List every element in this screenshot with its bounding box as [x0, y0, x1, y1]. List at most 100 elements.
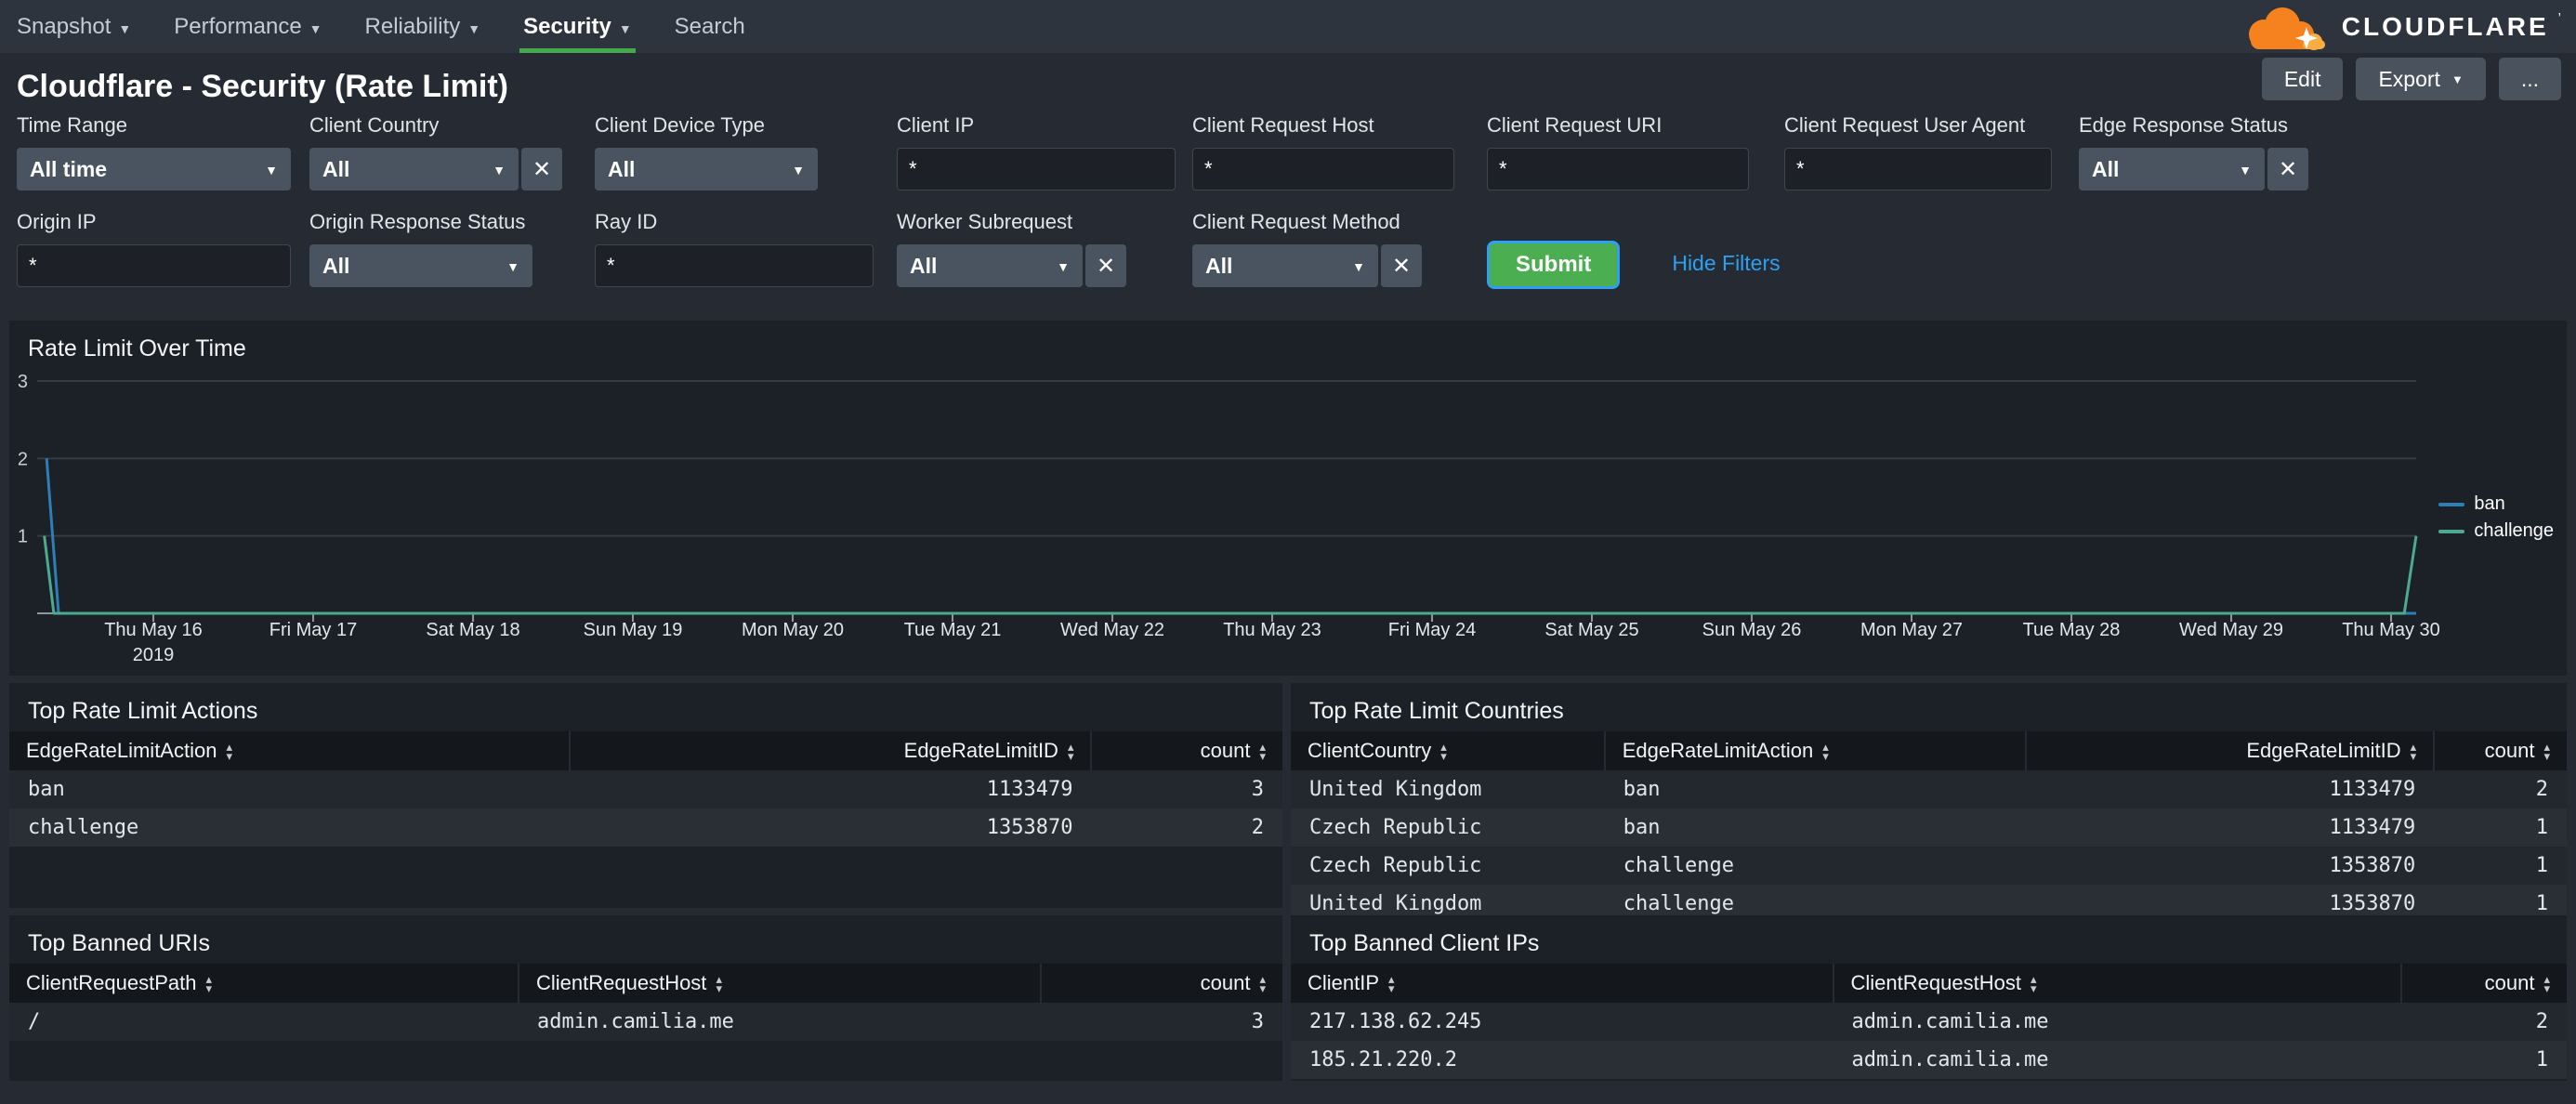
column-header-edgeratelimitid[interactable]: EdgeRateLimitID ▴ ▾ [568, 731, 1092, 770]
x-axis-tick-label: Sat May 18 [426, 620, 520, 640]
filter-label: Time Range [17, 113, 128, 137]
column-header-clientrequestpath[interactable]: ClientRequestPath ▴ ▾ [9, 964, 519, 1003]
x-axis-tick-label: Mon May 27 [1860, 620, 1964, 640]
table-cell: admin.camilia.me [1851, 1048, 2049, 1071]
legend-item-ban[interactable]: ban [2438, 493, 2554, 515]
filter-client-request-method: Client Request Method All ▼ ✕ [1192, 210, 1470, 289]
column-header-count[interactable]: count ▴ ▾ [1039, 964, 1282, 1003]
chevron-down-icon: ▼ [1352, 259, 1365, 274]
x-axis-tick-label: Mon May 20 [741, 620, 845, 640]
table-cell: / [28, 1010, 41, 1033]
clear-worker-subrequest-button[interactable]: ✕ [1085, 244, 1126, 287]
column-header-clientcountry[interactable]: ClientCountry ▴ ▾ [1291, 731, 1605, 770]
filter-time-range: Time Range All time ▼ [17, 113, 293, 191]
nav-item-reliability[interactable]: Reliability ▼ [365, 0, 481, 53]
client-request-method-select[interactable]: All ▼ [1192, 244, 1378, 287]
table-cell: admin.camilia.me [537, 1010, 734, 1033]
clear-client-country-button[interactable]: ✕ [521, 148, 562, 191]
client-request-host-input[interactable] [1192, 148, 1454, 191]
svg-text:1: 1 [18, 527, 28, 547]
filter-client-country: Client Country All ▼ ✕ [309, 113, 578, 191]
filter-label: Origin Response Status [309, 210, 526, 233]
clear-edge-response-status-button[interactable]: ✕ [2267, 148, 2308, 191]
filter-origin-response-status: Origin Response Status All ▼ [309, 210, 578, 289]
column-header-edgeratelimitid[interactable]: EdgeRateLimitID ▴ ▾ [2024, 731, 2435, 770]
nav-label: Snapshot [17, 13, 112, 39]
column-header-count[interactable]: count ▴ ▾ [2399, 964, 2567, 1003]
close-icon: ✕ [1096, 253, 1116, 279]
export-button[interactable]: Export ▼ [2356, 58, 2486, 100]
svg-text:3: 3 [18, 372, 28, 392]
filter-client-request-user-agent: Client Request User Agent [1784, 113, 2062, 191]
submit-button[interactable]: Submit [1487, 241, 1621, 289]
x-axis-tick-label: Wed May 29 [2179, 620, 2283, 640]
client-country-select[interactable]: All ▼ [309, 148, 519, 191]
more-options-button[interactable]: ... [2498, 58, 2561, 100]
chevron-down-icon: ▼ [792, 163, 805, 177]
legend-challenge-swatch [2438, 529, 2465, 533]
origin-ip-input[interactable] [17, 244, 291, 287]
table-cell: ban [28, 778, 65, 801]
filter-label: Client Request Method [1192, 210, 1400, 233]
filter-row-2: Origin IP Origin Response Status All ▼ R… [17, 210, 1781, 289]
x-axis-tick-label: Thu May 23 [1223, 620, 1321, 640]
column-header-clientrequesthost[interactable]: ClientRequestHost ▴ ▾ [1832, 964, 2401, 1003]
table-cell: 2 [2535, 1010, 2548, 1033]
nav-item-security[interactable]: Security ▼ [519, 0, 636, 53]
table-row: United Kingdom ban 1133479 2 [1291, 770, 2567, 808]
nav-item-snapshot[interactable]: Snapshot ▼ [17, 0, 131, 53]
table-cell: 185.21.220.2 [1309, 1048, 1457, 1071]
origin-response-status-select[interactable]: All ▼ [309, 244, 532, 287]
sort-icon: ▴ ▾ [2543, 972, 2550, 996]
column-header-count[interactable]: count ▴ ▾ [1090, 731, 1282, 770]
sort-icon: ▴ ▾ [716, 972, 722, 996]
chevron-down-icon: ▼ [309, 20, 322, 36]
time-range-select[interactable]: All time ▼ [17, 148, 291, 191]
nav-item-performance[interactable]: Performance ▼ [174, 0, 322, 53]
client-request-uri-input[interactable] [1487, 148, 1749, 191]
top-navbar: Snapshot ▼ Performance ▼ Reliability ▼ S… [0, 0, 2576, 53]
table-cell: 2 [1251, 816, 1264, 839]
table-cell: 1133479 [2329, 778, 2416, 801]
legend-item-challenge[interactable]: challenge [2438, 520, 2554, 542]
filter-label: Client Request URI [1487, 113, 1663, 137]
panel-top-rate-limit-countries: Top Rate Limit Countries ClientCountry ▴ ▾… [1291, 683, 2567, 923]
client-request-user-agent-input[interactable] [1784, 148, 2052, 191]
client-ip-input[interactable] [897, 148, 1176, 191]
chevron-down-icon: ▼ [493, 163, 506, 177]
nav-label: Security [523, 13, 611, 39]
x-axis-tick-label: Sat May 25 [1544, 620, 1639, 640]
panel-rate-limit-over-time: Rate Limit Over Time 1 2 3 Thu May 16 2019 F… [9, 321, 2567, 676]
client-device-type-select[interactable]: All ▼ [595, 148, 818, 191]
ray-id-input[interactable] [595, 244, 874, 287]
clear-client-request-method-button[interactable]: ✕ [1381, 244, 1422, 287]
edit-button[interactable]: Edit [2261, 58, 2344, 100]
ellipsis-icon: ... [2520, 66, 2539, 91]
table-cell: 217.138.62.245 [1309, 1010, 1482, 1033]
column-header-edgeratelimitaction[interactable]: EdgeRateLimitAction ▴ ▾ [1603, 731, 2026, 770]
column-header-edgeratelimitaction[interactable]: EdgeRateLimitAction ▴ ▾ [9, 731, 570, 770]
select-value: All [322, 253, 350, 278]
hide-filters-link[interactable]: Hide Filters [1672, 251, 1780, 289]
chevron-down-icon: ▼ [618, 20, 632, 36]
column-header-clientip[interactable]: ClientIP ▴ ▾ [1291, 964, 1833, 1003]
nav-item-search[interactable]: Search [675, 0, 745, 53]
sort-icon: ▴ ▾ [1388, 972, 1395, 996]
panel-title: Top Rate Limit Countries [1309, 698, 1564, 724]
panel-title: Top Rate Limit Actions [28, 698, 258, 724]
table-cell: 1133479 [2329, 816, 2416, 839]
header-buttons: Edit Export ▼ ... [2261, 58, 2561, 100]
column-header-clientrequesthost[interactable]: ClientRequestHost ▴ ▾ [518, 964, 1041, 1003]
select-value: All [910, 253, 938, 278]
column-header-count[interactable]: count ▴ ▾ [2433, 731, 2567, 770]
select-value: All [608, 156, 636, 181]
x-axis-tick-label: Thu May 16 2019 [104, 620, 203, 665]
table-cell: 1133479 [986, 778, 1073, 801]
edge-response-status-select[interactable]: All ▼ [2079, 148, 2265, 191]
filter-row-1: Time Range All time ▼ Client Country All… [17, 113, 2332, 191]
sort-icon: ▴ ▾ [1822, 740, 1829, 764]
chart-title: Rate Limit Over Time [28, 335, 246, 361]
filter-label: Worker Subrequest [897, 210, 1073, 233]
filter-worker-subrequest: Worker Subrequest All ▼ ✕ [897, 210, 1176, 289]
worker-subrequest-select[interactable]: All ▼ [897, 244, 1083, 287]
